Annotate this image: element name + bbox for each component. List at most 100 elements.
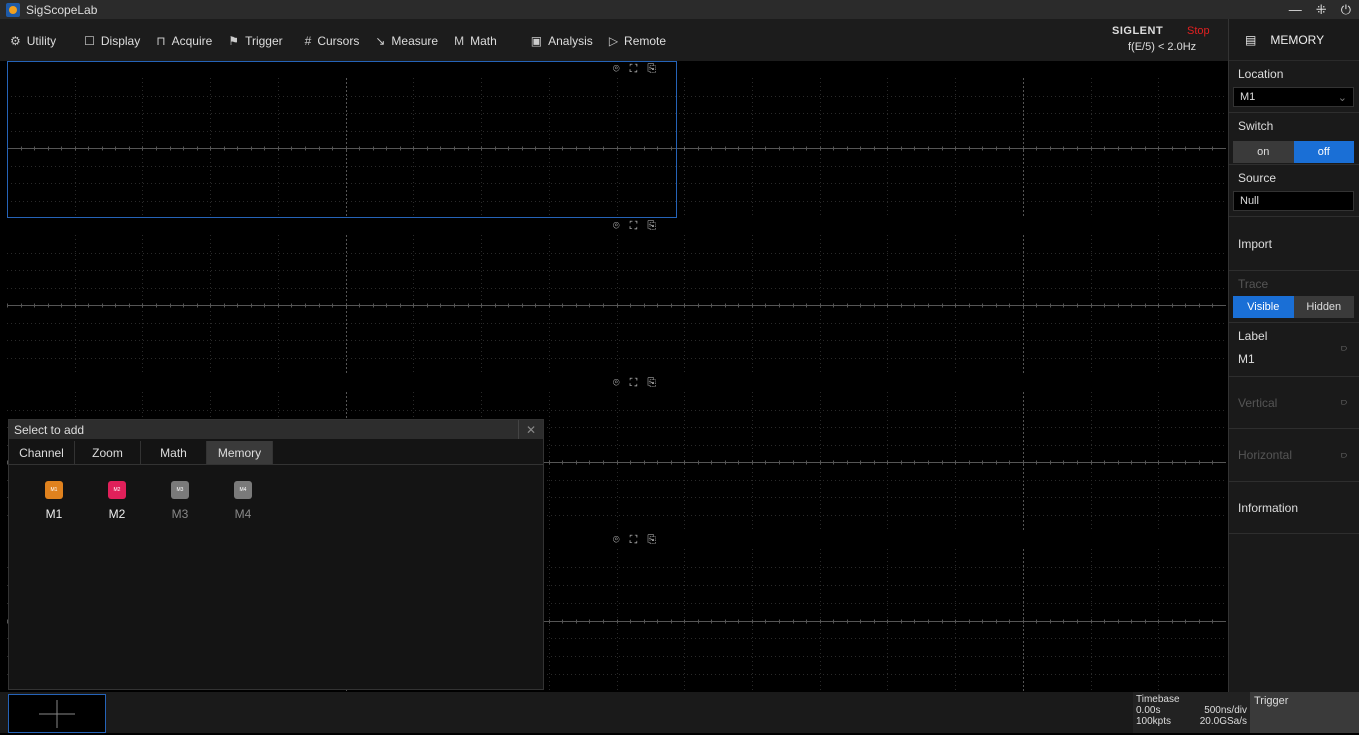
dialog-header: Select to add ✕	[9, 420, 543, 439]
grid-pane-2[interactable]: ⌾ ⛶ ⎘	[7, 218, 1226, 375]
tab-channel[interactable]: Channel	[9, 441, 75, 464]
tile-label: M4	[234, 507, 252, 521]
switch-on-option[interactable]: on	[1233, 141, 1294, 163]
label-label: Label	[1238, 329, 1268, 343]
location-section: Location M1 ⌄	[1229, 61, 1359, 113]
tab-memory[interactable]: Memory	[207, 441, 273, 464]
power-icon[interactable]: ⏻	[1341, 2, 1351, 18]
tile-m1[interactable]: M1 M1	[36, 481, 72, 521]
location-label: Location	[1238, 67, 1284, 81]
vertical-label: Vertical	[1238, 395, 1278, 410]
expand-arrow-icon: ⫐	[1341, 343, 1347, 354]
close-icon[interactable]: ✕	[518, 420, 543, 439]
memory-side-panel: ▤ MEMORY Location M1 ⌄ Switch on off Sou…	[1228, 19, 1359, 733]
add-window-button[interactable]	[8, 694, 106, 733]
trace-label: Trace	[1238, 277, 1269, 291]
menu-label: Measure	[391, 34, 439, 48]
menu-cursors[interactable]: # Cursors	[297, 19, 368, 63]
side-panel-title: MEMORY	[1270, 32, 1325, 47]
tile-m4[interactable]: M4 M4	[225, 481, 261, 521]
detach-icon[interactable]: ⎘	[647, 534, 656, 547]
app-logo-icon	[6, 2, 20, 17]
menu-label: Acquire	[171, 34, 213, 48]
memory-m3-icon: M3	[171, 481, 189, 499]
flag-icon: ⚑	[228, 34, 240, 48]
menu-remote[interactable]: ▷ Remote	[601, 19, 674, 63]
information-button[interactable]: Information	[1229, 482, 1359, 534]
trace-toggle[interactable]: Visible Hidden	[1233, 296, 1354, 318]
memory-icon: ▤	[1245, 32, 1257, 47]
bottom-bar	[0, 692, 1228, 733]
import-button[interactable]: Import	[1229, 217, 1359, 271]
menu-label: Math	[470, 34, 497, 48]
tile-m2[interactable]: M2 M2	[99, 481, 135, 521]
horizontal-section[interactable]: Horizontal ⫐	[1229, 429, 1359, 482]
label-value: M1	[1238, 352, 1255, 366]
trigger-frequency: f(E/5) < 2.0Hz	[1128, 41, 1197, 53]
remote-icon: ▷	[608, 34, 619, 48]
information-label: Information	[1238, 500, 1299, 515]
menu-label: Utility	[26, 34, 57, 48]
detach-icon[interactable]: ⎘	[647, 377, 656, 390]
trace-visible-option[interactable]: Visible	[1233, 296, 1294, 318]
menu-analysis[interactable]: ▣ Analysis	[523, 19, 601, 63]
vertical-section[interactable]: Vertical ⫐	[1229, 377, 1359, 429]
run-state[interactable]: Stop	[1187, 25, 1210, 37]
tab-math[interactable]: Math	[141, 441, 207, 464]
minimize-icon[interactable]: —	[1289, 2, 1302, 17]
memory-tiles: M1 M1 M2 M2 M3 M3 M4 M4	[9, 481, 543, 521]
timebase-label: Timebase	[1136, 694, 1180, 705]
tile-m3[interactable]: M3 M3	[162, 481, 198, 521]
fullscreen-icon[interactable]: ⛶	[630, 534, 638, 547]
location-select[interactable]: M1 ⌄	[1233, 87, 1354, 107]
menu-acquire[interactable]: ⊓ Acquire	[148, 19, 220, 63]
dialog-tabs: Channel Zoom Math Memory	[9, 441, 543, 465]
timebase-box[interactable]: Timebase 0.00s 500ns/div 100kpts 20.0GSa…	[1133, 692, 1250, 733]
trigger-label: Trigger	[1254, 695, 1289, 707]
timebase-rate: 20.0GSa/s	[1199, 716, 1247, 727]
trace-section: Trace Visible Hidden	[1229, 271, 1359, 323]
camera-icon[interactable]: ⌾	[613, 377, 620, 390]
fullscreen-icon[interactable]: ⛶	[630, 377, 638, 390]
menu-math[interactable]: M Math	[446, 19, 505, 63]
camera-icon[interactable]: ⌾	[613, 534, 620, 547]
brand-name: SIGLENT	[1112, 25, 1164, 37]
menu-label: Trigger	[245, 34, 283, 48]
restore-icon[interactable]: ⁜	[1316, 2, 1327, 18]
source-section: Source Null	[1229, 165, 1359, 217]
memory-m2-icon: M2	[108, 481, 126, 499]
cursors-icon: #	[304, 34, 312, 48]
source-label: Source	[1238, 171, 1277, 185]
source-field[interactable]: Null	[1233, 191, 1354, 211]
memory-m4-icon: M4	[234, 481, 252, 499]
trigger-box[interactable]: Trigger	[1250, 692, 1359, 733]
expand-arrow-icon: ⫐	[1341, 397, 1347, 408]
side-panel-header: ▤ MEMORY	[1229, 19, 1359, 61]
gear-icon: ⚙	[10, 34, 21, 48]
window-controls: — ⁜ ⏻	[1289, 0, 1351, 19]
camera-icon[interactable]: ⌾	[613, 220, 620, 233]
menu-display[interactable]: ☐ Display	[76, 19, 148, 63]
switch-off-option[interactable]: off	[1293, 141, 1354, 163]
detach-icon[interactable]: ⎘	[647, 220, 656, 233]
trace-hidden-option[interactable]: Hidden	[1293, 296, 1354, 318]
label-section[interactable]: Label M1 ⫐	[1229, 323, 1359, 377]
menu-bar: ⚙ Utility ☐ Display ⊓ Acquire ⚑ Trigger # Cur…	[0, 19, 1228, 61]
menu-label: Remote	[624, 34, 667, 48]
switch-toggle[interactable]: on off	[1233, 141, 1354, 163]
grid-pane-1[interactable]: ⌾ ⛶ ⎘	[7, 61, 1226, 218]
tab-zoom[interactable]: Zoom	[75, 441, 141, 464]
pane-toolbar: ⌾ ⛶ ⎘	[613, 534, 656, 547]
pane-toolbar: ⌾ ⛶ ⎘	[613, 220, 656, 233]
select-to-add-dialog: Select to add ✕ Channel Zoom Math Memory…	[8, 419, 544, 690]
timebase-scale: 500ns/div	[1204, 705, 1247, 716]
fullscreen-icon[interactable]: ⛶	[630, 220, 638, 233]
selected-pane-frame	[7, 61, 677, 218]
menu-measure[interactable]: ↘ Measure	[367, 19, 446, 63]
menu-label: Analysis	[548, 34, 593, 48]
menu-trigger[interactable]: ⚑ Trigger	[220, 19, 290, 63]
tile-label: M1	[45, 507, 63, 521]
status-area: SIGLENT Stop f(E/5) < 2.0Hz	[1100, 19, 1228, 61]
display-icon: ☐	[84, 34, 95, 48]
menu-utility[interactable]: ⚙ Utility	[0, 19, 64, 63]
